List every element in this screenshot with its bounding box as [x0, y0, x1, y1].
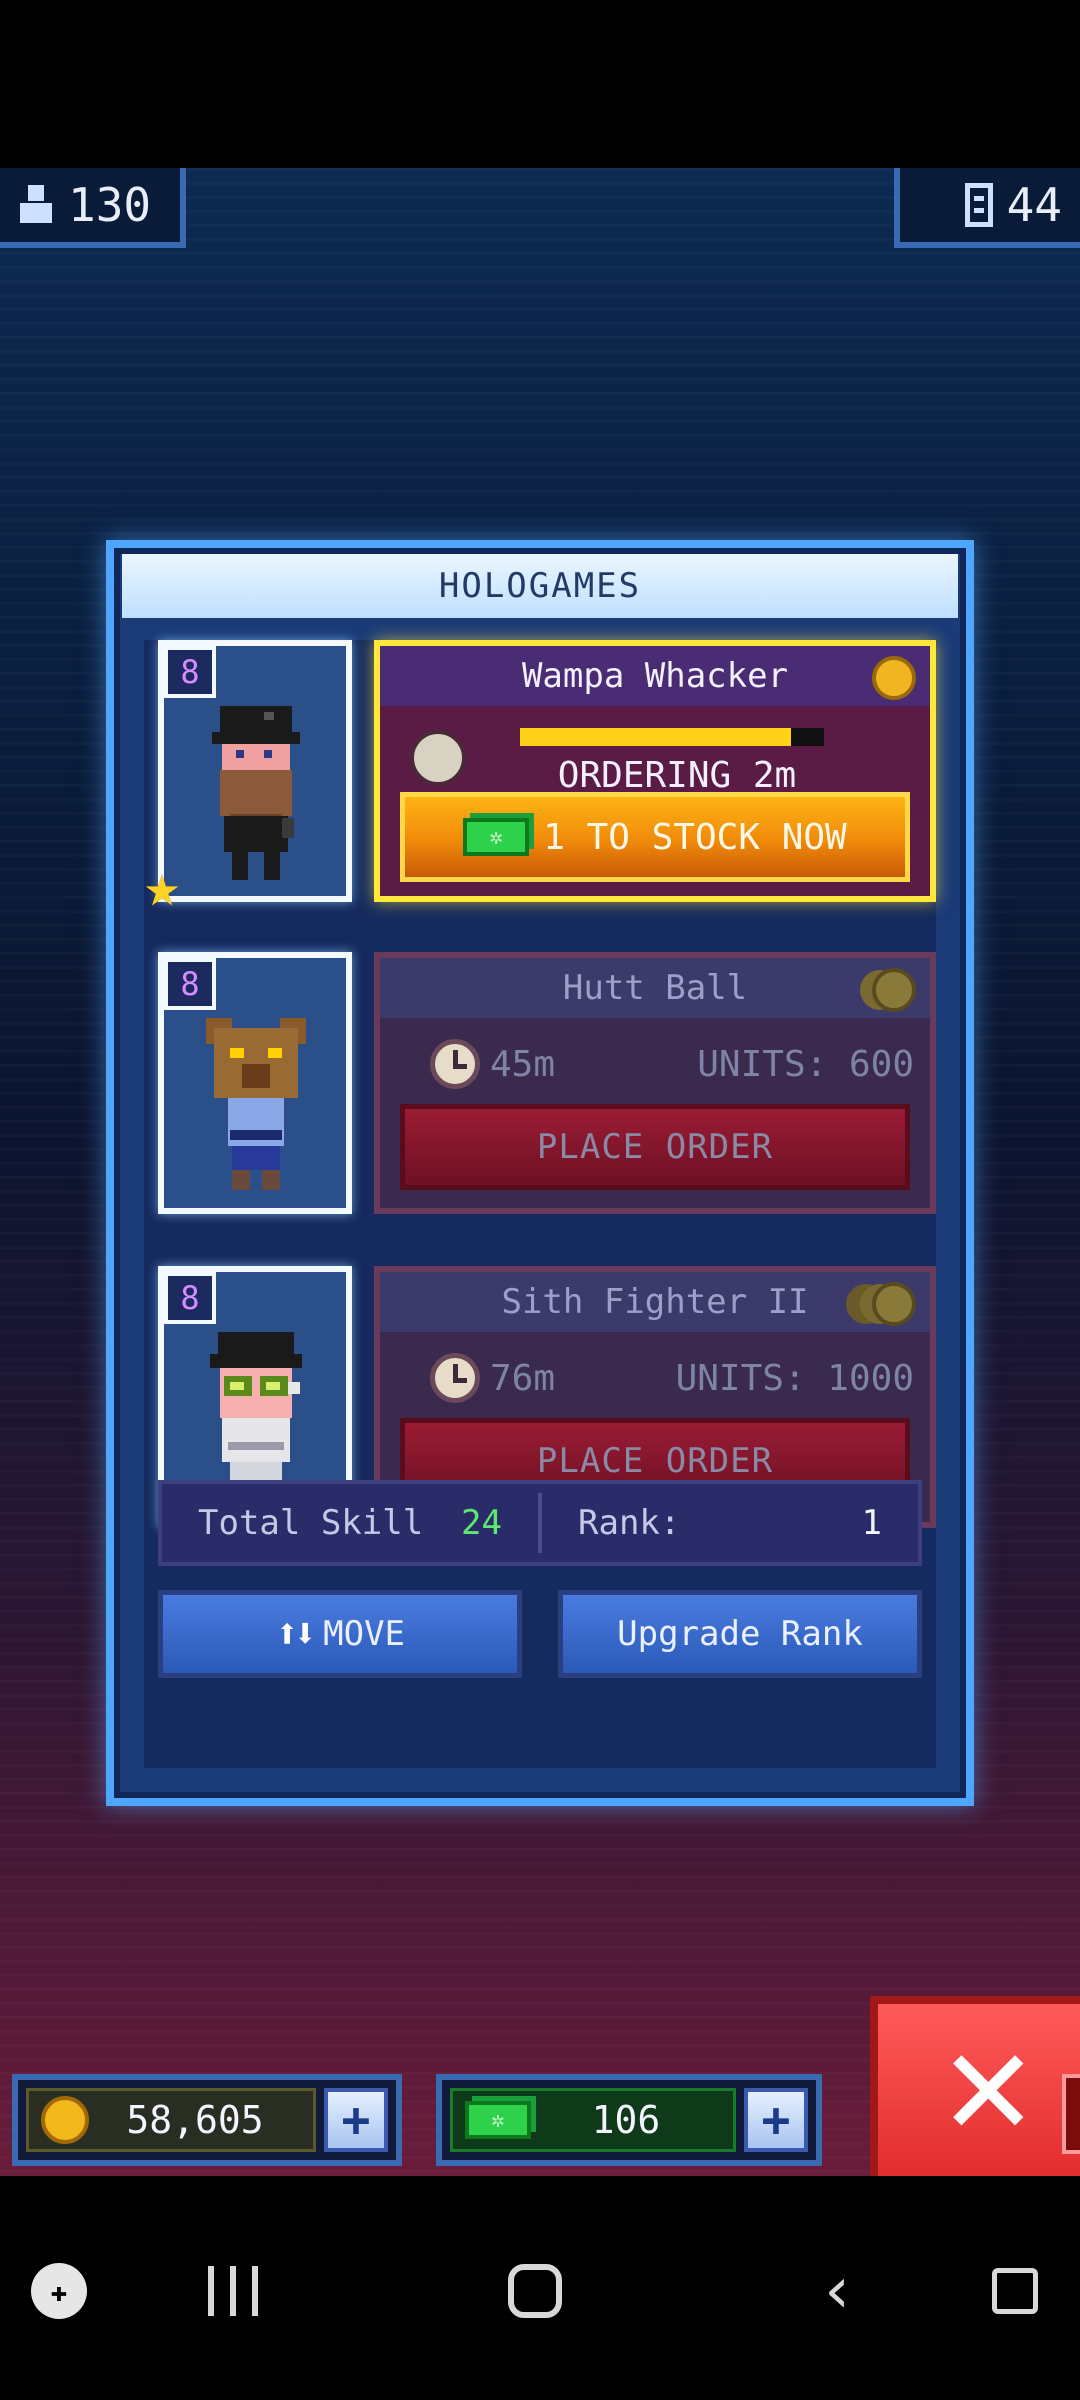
bux-display: 106 + — [436, 2074, 822, 2166]
worker-portrait-1[interactable]: 8 ★ — [144, 640, 352, 916]
order-time: 45m — [490, 1043, 556, 1085]
add-coins-button[interactable]: + — [324, 2088, 388, 2152]
level-badge: 8 — [164, 958, 216, 1010]
floors-icon — [964, 183, 993, 227]
back-button[interactable]: ‹ — [792, 2246, 882, 2336]
floors-counter[interactable]: 44 — [894, 168, 1080, 248]
game-screen: 130 44 HOLOGAMES 8 ★ Wampa Whacker ORDER… — [0, 168, 1080, 2176]
product-name: Hutt Ball — [380, 958, 930, 1018]
recent-apps-icon — [208, 2266, 258, 2316]
close-icon: ✕ — [938, 2024, 1039, 2163]
bear-bitizen-icon — [206, 1018, 306, 1190]
total-skill-value: 24 — [461, 1503, 502, 1543]
population-counter[interactable]: 130 — [0, 168, 186, 248]
bux-value: 106 — [591, 2098, 661, 2142]
coins-display: 58,605 + — [12, 2074, 402, 2166]
product-row-2: 8 Hutt Ball 45m UNITS: 600 PLACE ORDER — [144, 952, 936, 1224]
person-icon — [18, 183, 54, 227]
close-button[interactable]: ✕ — [870, 1996, 1080, 2176]
store-panel: HOLOGAMES 8 ★ Wampa Whacker ORDERING 2m … — [106, 540, 974, 1806]
level-badge: 8 — [164, 646, 216, 698]
accessibility-button[interactable] — [970, 2246, 1060, 2336]
product-card-2: Hutt Ball 45m UNITS: 600 PLACE ORDER — [374, 952, 936, 1214]
move-label: MOVE — [323, 1614, 406, 1654]
population-value: 130 — [68, 178, 152, 232]
home-button[interactable] — [490, 2246, 580, 2336]
add-bux-button[interactable]: + — [744, 2088, 808, 2152]
upgrade-rank-label: Upgrade Rank — [617, 1614, 863, 1654]
stock-now-button[interactable]: 1 TO STOCK NOW — [400, 792, 910, 882]
bearded-bitizen-icon — [212, 706, 300, 880]
product-card-1: Wampa Whacker ORDERING 2m 1 TO STOCK NOW — [374, 640, 936, 902]
move-button[interactable]: ⬆⬇ MOVE — [158, 1590, 522, 1678]
panel-title: HOLOGAMES — [122, 554, 958, 618]
total-skill-label: Total Skill — [198, 1503, 424, 1543]
alert-icon — [1062, 2074, 1080, 2154]
order-units: UNITS: 600 — [697, 1043, 914, 1085]
order-time: 76m — [490, 1357, 556, 1399]
worker-portrait-2[interactable]: 8 — [158, 952, 352, 1214]
level-badge: 8 — [164, 1272, 216, 1324]
product-name: Wampa Whacker — [380, 646, 930, 706]
stats-bar: Total Skill 24 Rank: 1 — [158, 1480, 922, 1566]
game-launcher-button[interactable] — [14, 2246, 104, 2336]
order-units: UNITS: 1000 — [675, 1357, 914, 1399]
coin-icon — [41, 2096, 89, 2144]
order-progress-bar — [520, 728, 824, 746]
clock-icon — [430, 1039, 480, 1089]
star-icon: ★ — [144, 851, 181, 921]
place-order-button[interactable]: PLACE ORDER — [400, 1104, 910, 1190]
coins-icon — [872, 1282, 916, 1326]
rank-value: 1 — [861, 1503, 882, 1543]
product-row-1: 8 ★ Wampa Whacker ORDERING 2m ✲ 1 TO STO… — [144, 640, 936, 916]
coins-icon — [872, 968, 916, 1012]
customer-icon — [410, 730, 466, 786]
coins-value: 58,605 — [126, 2098, 264, 2142]
stock-now-label: 1 TO STOCK NOW — [543, 816, 847, 858]
accessibility-icon — [992, 2268, 1038, 2314]
order-info: 76m UNITS: 1000 — [430, 1350, 914, 1406]
panel-content: 8 ★ Wampa Whacker ORDERING 2m ✲ 1 TO STO… — [144, 640, 936, 1768]
cash-icon — [463, 818, 530, 856]
floors-value: 44 — [1006, 178, 1062, 232]
gamepad-icon — [31, 2263, 87, 2319]
order-progress-fill — [520, 728, 791, 746]
coin-icon — [872, 656, 916, 700]
order-info: 45m UNITS: 600 — [430, 1036, 914, 1092]
clock-icon — [430, 1353, 480, 1403]
home-icon — [508, 2264, 562, 2318]
rank-label: Rank: — [578, 1503, 681, 1543]
cash-icon — [465, 2101, 531, 2139]
recent-apps-button[interactable] — [188, 2246, 278, 2336]
back-icon: ‹ — [824, 2254, 850, 2328]
product-name: Sith Fighter II — [380, 1272, 930, 1332]
up-down-arrows-icon: ⬆⬇ — [274, 1611, 317, 1657]
upgrade-rank-button[interactable]: Upgrade Rank — [558, 1590, 922, 1678]
system-navigation-bar: ‹ — [0, 2176, 1080, 2400]
